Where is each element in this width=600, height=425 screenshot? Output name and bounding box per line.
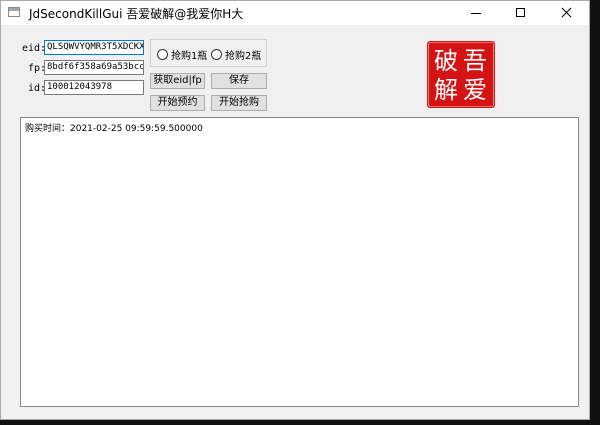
eid-label: eid: — [22, 43, 47, 54]
id-field[interactable]: 100012043978 — [44, 80, 144, 95]
svg-text:破: 破 — [434, 47, 458, 75]
radio-label: 抢购1瓶 — [171, 50, 208, 62]
log-output[interactable]: 购买时间：2021-02-25 09:59:59.500000 — [20, 117, 579, 407]
seal-graphic: 吾 爱 破 解 — [428, 42, 494, 107]
title-bar: JdSecondKillGui 吾爱破解@我爱你H大 — [1, 1, 589, 25]
radio-circle[interactable] — [211, 48, 222, 60]
close-icon[interactable] — [544, 1, 589, 25]
log-line: 购买时间：2021-02-25 09:59:59.500000 — [25, 124, 203, 134]
eid-field[interactable]: QLSQWVYQMR3T5XDCKX024 — [44, 40, 144, 55]
app-window: JdSecondKillGui 吾爱破解@我爱你H大 eid: QLSQWVYQ… — [0, 0, 590, 420]
window-title: JdSecondKillGui 吾爱破解@我爱你H大 — [29, 7, 244, 21]
fetch-eid-fp-button[interactable]: 获取eid|fp — [150, 73, 205, 89]
maximize-icon[interactable] — [498, 1, 543, 25]
radio-circle[interactable] — [157, 48, 168, 60]
save-button[interactable]: 保存 — [211, 73, 267, 89]
fp-field[interactable]: 8bdf6f358a69a53bcc461 — [44, 60, 144, 75]
radio-buy-2[interactable]: 抢购2瓶 — [211, 48, 262, 62]
start-reserve-button[interactable]: 开始预约 — [150, 95, 205, 111]
svg-text:吾: 吾 — [463, 47, 487, 75]
quantity-group: 抢购1瓶 抢购2瓶 — [150, 39, 267, 67]
app-icon — [8, 7, 20, 17]
start-buy-button[interactable]: 开始抢购 — [211, 95, 267, 111]
minimize-icon[interactable] — [453, 1, 498, 25]
svg-text:爱: 爱 — [463, 76, 487, 104]
radio-label: 抢购2瓶 — [225, 50, 262, 62]
radio-buy-1[interactable]: 抢购1瓶 — [157, 48, 208, 62]
seal-logo: 吾 爱 破 解 — [427, 41, 495, 108]
svg-text:解: 解 — [434, 76, 458, 104]
